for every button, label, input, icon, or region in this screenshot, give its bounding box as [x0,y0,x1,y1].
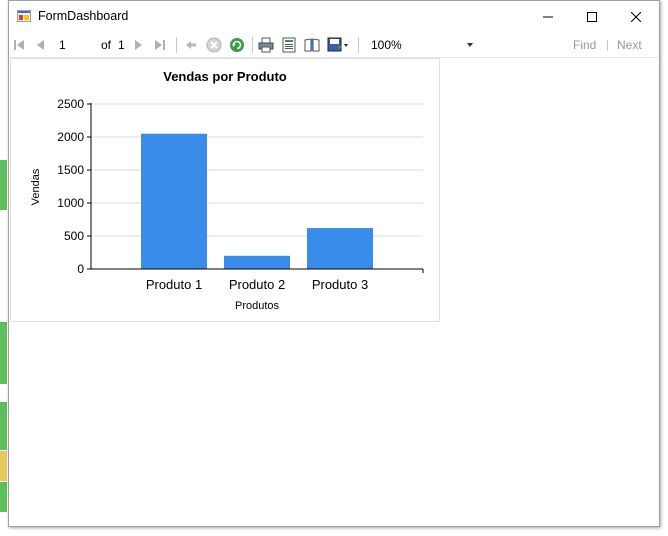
toolbar-separator [252,37,253,53]
chevron-down-icon [467,43,473,47]
zoom-select[interactable]: 100% [365,36,477,54]
app-form-icon [17,10,31,22]
last-page-button[interactable] [152,37,168,53]
minimize-button[interactable] [525,1,571,32]
background-stripe [0,322,7,384]
stop-button[interactable] [206,37,222,53]
y-tick-label: 1500 [57,163,84,177]
maximize-button[interactable] [569,1,615,32]
y-tick-label: 500 [64,229,84,243]
bar [307,228,373,269]
save-disk-icon [327,37,348,52]
background-stripe [0,160,7,210]
bar [141,133,207,269]
x-tick-label: Produto 1 [146,277,202,292]
total-pages-label: 1 [118,38,125,52]
find-button[interactable]: Find [573,38,596,52]
y-tick-label: 1000 [57,196,84,210]
zoom-value: 100% [371,38,402,52]
refresh-icon [230,38,244,52]
minimize-icon [543,16,553,17]
find-next-button[interactable]: Next [617,38,642,52]
chart-title: Vendas por Produto [163,69,287,84]
y-tick-label: 2500 [57,97,84,111]
print-layout-button[interactable] [281,37,297,53]
stop-icon [206,37,222,53]
y-axis-label: Vendas [30,168,42,205]
bar [224,255,290,269]
y-tick-label: 0 [77,262,84,276]
back-arrow-icon [186,41,196,49]
window-title: FormDashboard [38,9,129,23]
close-icon [631,11,641,22]
toolbar-separator [358,37,359,53]
form-dashboard-window: FormDashboard of 1 [8,0,660,527]
first-page-icon [14,40,24,50]
maximize-icon [587,11,597,22]
current-page-input[interactable] [33,36,99,53]
export-button[interactable] [327,37,349,53]
title-bar[interactable]: FormDashboard [9,1,659,32]
refresh-button[interactable] [229,37,245,53]
chart-container: Vendas por Produto 0 500 1000 1500 2000 2500 Pr… [10,58,440,322]
background-stripe [0,482,7,512]
close-button[interactable] [613,1,659,32]
of-label: of [101,38,112,52]
last-page-icon [155,40,165,50]
background-stripe [0,402,7,450]
next-page-icon [135,40,142,50]
x-tick-label: Produto 3 [312,277,368,292]
bar-chart: Vendas por Produto 0 500 1000 1500 2000 2500 Pr… [30,69,424,312]
x-axis-label: Produtos [235,300,280,312]
report-viewer-toolbar: of 1 100% [9,33,659,58]
back-button[interactable] [183,37,199,53]
y-tick-label: 2000 [57,130,84,144]
print-button[interactable] [258,37,274,53]
print-layout-icon [282,37,296,53]
printer-icon [258,37,274,53]
toolbar-separator [176,37,177,53]
first-page-button[interactable] [11,37,27,53]
x-tick-label: Produto 2 [229,277,285,292]
page-setup-button[interactable] [304,37,320,53]
toolbar-separator [607,40,608,51]
background-stripe [0,451,7,481]
next-page-button[interactable] [130,37,146,53]
page-setup-icon [304,38,320,52]
